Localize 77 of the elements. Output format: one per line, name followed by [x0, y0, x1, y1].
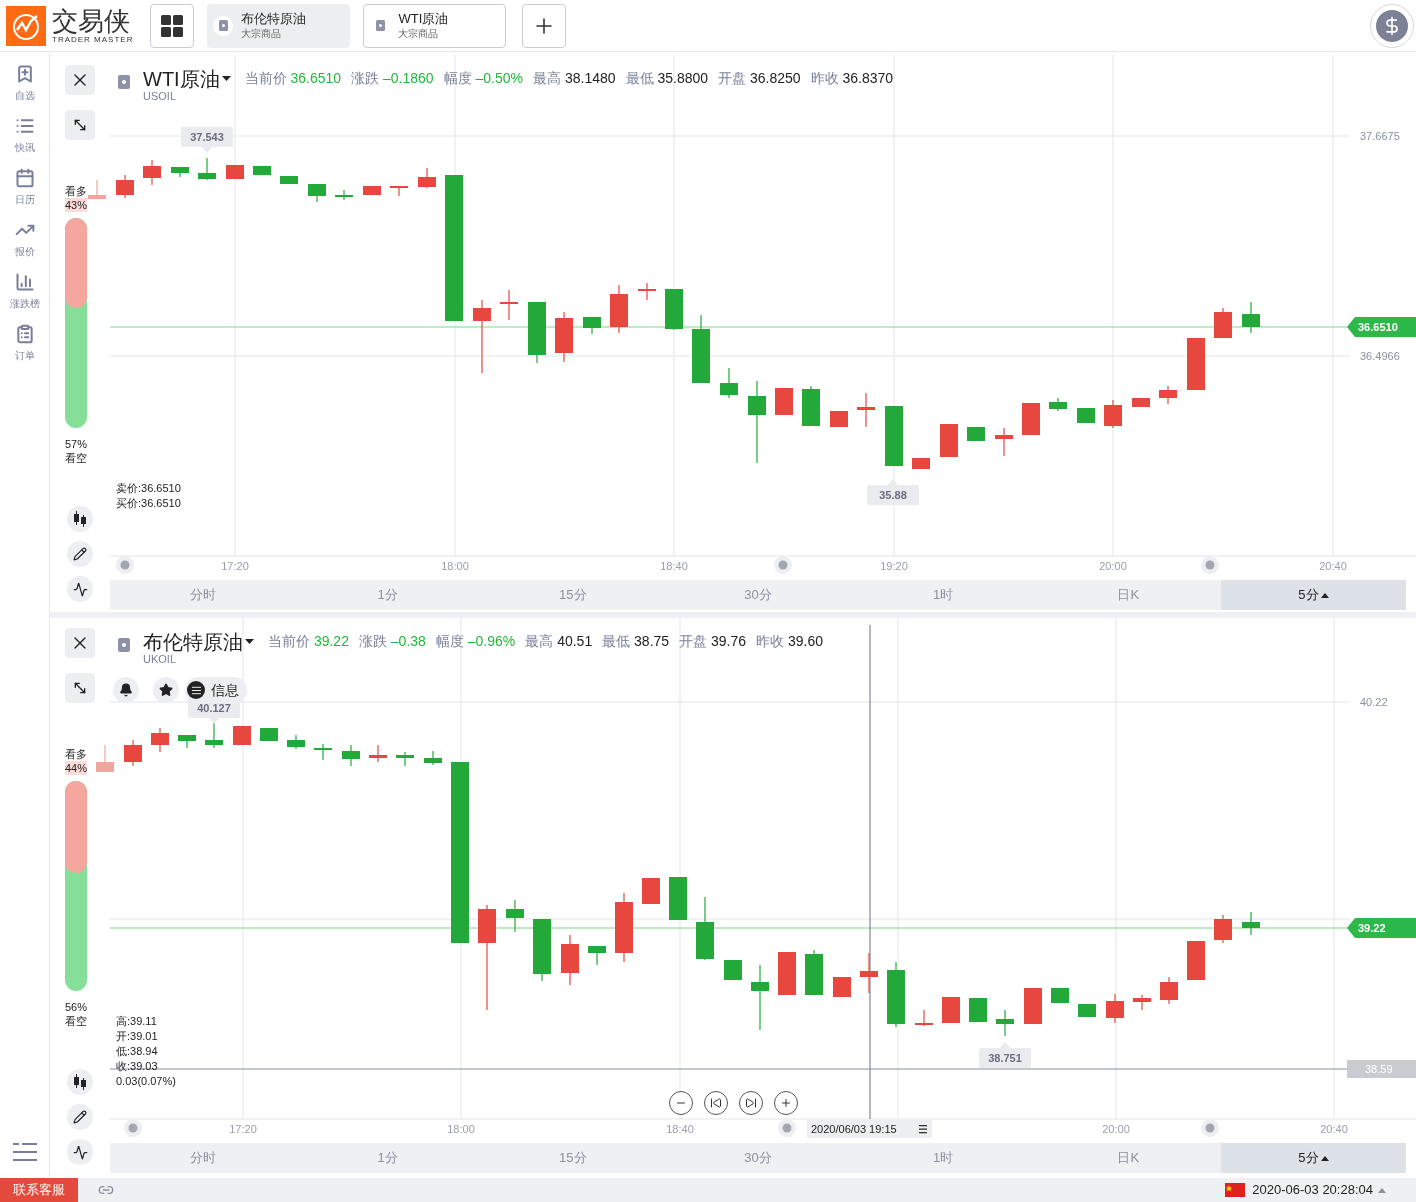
sidebar-item[interactable]: 快讯	[14, 116, 35, 154]
info-line: 开:39.01	[116, 1029, 159, 1044]
time-label: 18:40	[666, 1123, 694, 1135]
timeframe-tab[interactable]: 15分	[480, 580, 666, 610]
quote-stat: 涨跌 –0.38	[358, 632, 426, 650]
price-tick: 37.6675	[1360, 130, 1400, 142]
info-line: 0.03(0.07%)	[116, 1074, 176, 1089]
datetime: 2020-06-03 20:28:04	[1252, 1181, 1373, 1200]
timeframe-tab[interactable]: 5分	[1220, 580, 1406, 610]
info-line: 高:39.11	[116, 1014, 158, 1029]
quote-stat: 昨收 39.60	[756, 632, 823, 650]
time-label: 20:00	[1102, 1123, 1130, 1135]
bear-label: 看空	[65, 1014, 87, 1028]
instrument-tab[interactable]: WTI原油 大宗商品	[363, 3, 507, 48]
time-label: 18:40	[660, 560, 688, 572]
crosshair-label: 2020/06/03 19:15	[807, 1120, 932, 1138]
quote-stat: 最高 40.51	[525, 632, 593, 650]
symbol-code: UKOIL	[143, 653, 177, 666]
support-button[interactable]: 联系客服	[0, 1178, 78, 1202]
sidebar-item[interactable]: 自选	[14, 64, 35, 102]
time-label: 20:40	[1319, 560, 1347, 572]
timeframe-tab[interactable]: 日K	[1035, 580, 1221, 610]
info-button[interactable]: 信息	[185, 677, 247, 703]
bull-percent: 44%	[65, 761, 88, 775]
timeframe-tab[interactable]: 日K	[1035, 1143, 1221, 1173]
bull-percent: 43%	[65, 198, 88, 212]
time-label: 17:20	[229, 1123, 257, 1135]
time-label: 18:00	[447, 1123, 475, 1135]
time-label: 17:20	[221, 560, 249, 572]
timeframe-tab[interactable]: 30分	[665, 580, 851, 610]
bull-label: 看多	[65, 184, 87, 198]
price-tag: 39.22	[1347, 918, 1416, 938]
quote-stat: 当前价 36.6510	[244, 69, 342, 87]
quote-stat: 开盘 36.8250	[718, 69, 801, 87]
price-tick: 36.4966	[1360, 350, 1400, 362]
timeframe-tab[interactable]: 分时	[110, 580, 296, 610]
sidebar-item[interactable]: 订单	[14, 324, 35, 362]
time-label: 20:40	[1320, 1123, 1348, 1135]
symbol-title[interactable]: 布伦特原油	[143, 631, 243, 653]
time-label: 20:00	[1099, 560, 1127, 572]
logo-tagline: TRADER MASTER	[52, 35, 134, 44]
info-line: 收:39.03	[116, 1059, 159, 1074]
time-label: 18:00	[441, 560, 469, 572]
quote-stat: 最低 38.75	[602, 632, 670, 650]
info-line: 低:38.94	[116, 1044, 159, 1059]
instrument-tab[interactable]: 布伦特原油 大宗商品	[207, 3, 351, 48]
symbol-code: USOIL	[143, 90, 177, 103]
quote-stat: 最低 35.8800	[625, 69, 709, 87]
timeframe-tab[interactable]: 1时	[850, 580, 1036, 610]
quote-stat: 昨收 36.8370	[810, 69, 894, 87]
sidebar-item[interactable]: 涨跌榜	[9, 272, 40, 310]
quote-stat: 开盘 39.76	[679, 632, 747, 650]
bear-percent: 56%	[65, 1000, 88, 1014]
timeframe-tab[interactable]: 30分	[665, 1143, 851, 1173]
timeframe-tab[interactable]: 1时	[850, 1143, 1036, 1173]
symbol-title[interactable]: WTI原油	[143, 68, 220, 90]
timeframe-tab[interactable]: 1分	[295, 580, 481, 610]
timeframe-tab[interactable]: 1分	[295, 1143, 481, 1173]
quote-stat: 当前价 39.22	[268, 632, 349, 650]
quote-stat: 涨跌 –0.1860	[351, 69, 434, 87]
time-label: 19:20	[880, 560, 908, 572]
bear-percent: 57%	[65, 437, 88, 451]
timeframe-tab[interactable]: 5分	[1220, 1143, 1406, 1173]
bull-label: 看多	[65, 747, 87, 761]
bear-label: 看空	[65, 451, 87, 465]
price-tag: 36.6510	[1347, 317, 1416, 337]
quote-stat: 幅度 –0.50%	[443, 69, 524, 87]
sidebar-item[interactable]: 报价	[14, 220, 35, 258]
price-tick: 40.22	[1360, 696, 1388, 708]
quote-stat: 幅度 –0.96%	[435, 632, 516, 650]
info-line: 买价:36.6510	[116, 496, 181, 511]
timeframe-tab[interactable]: 15分	[480, 1143, 666, 1173]
logo-text: 交易侠	[52, 7, 131, 35]
sidebar-item[interactable]: 日历	[14, 168, 35, 206]
info-line: 卖价:36.6510	[116, 481, 181, 496]
timeframe-tab[interactable]: 分时	[110, 1143, 296, 1173]
quote-stat: 最高 38.1480	[533, 69, 616, 87]
